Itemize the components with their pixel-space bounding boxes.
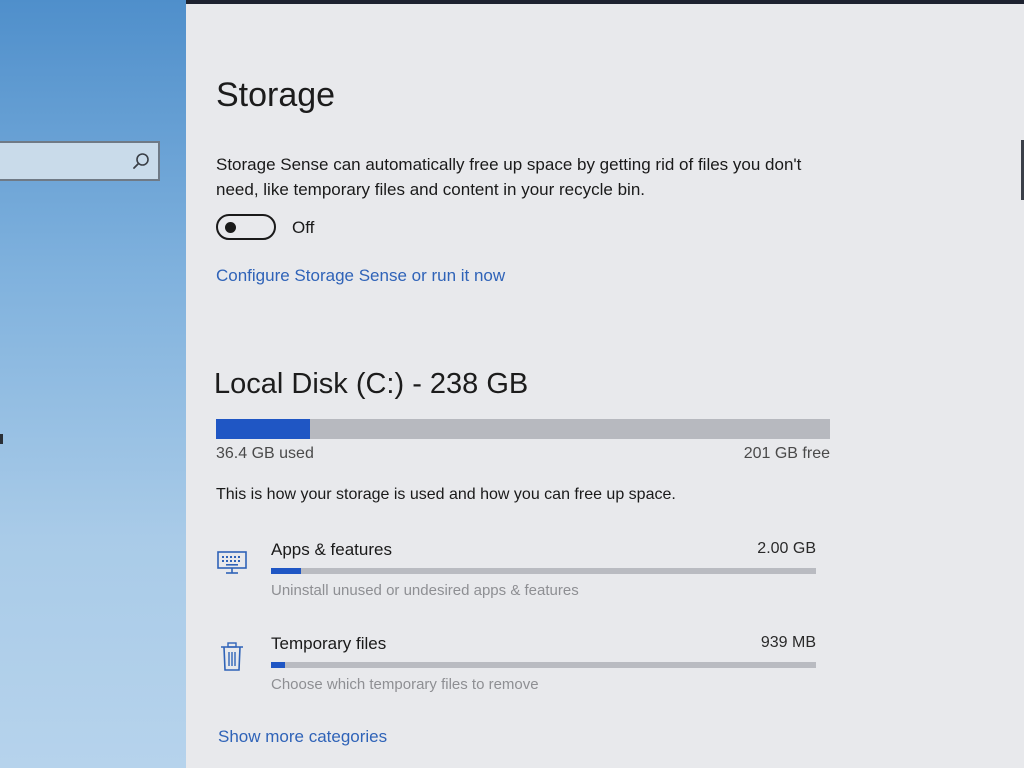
monitor-keyboard-icon: [216, 546, 248, 578]
show-more-categories-link[interactable]: Show more categories: [218, 727, 387, 747]
toggle-knob: [225, 222, 236, 233]
category-name: Temporary files: [271, 634, 387, 653]
trash-icon: [216, 640, 248, 672]
storage-page: Storage Storage Sense can automatically …: [186, 4, 1024, 768]
disk-used-label: 36.4 GB used: [216, 445, 314, 462]
category-apps-features[interactable]: Apps & features 2.00 GB Uninstall unused…: [216, 540, 816, 612]
page-title: Storage: [216, 76, 336, 114]
storage-sense-toggle[interactable]: [216, 214, 276, 240]
configure-storage-sense-link[interactable]: Configure Storage Sense or run it now: [216, 266, 505, 286]
disk-usage-bar: [216, 419, 830, 439]
category-usage-fill: [271, 662, 286, 668]
category-name: Apps & features: [271, 540, 392, 559]
category-usage-fill: [271, 568, 301, 574]
disk-usage-fill: [216, 419, 310, 439]
category-description: Uninstall unused or undesired apps & fea…: [271, 582, 579, 599]
category-description: Choose which temporary files to remove: [271, 676, 539, 693]
category-usage-bar: [271, 568, 816, 574]
category-size: 2.00 GB: [757, 540, 816, 557]
search-icon[interactable]: [132, 152, 150, 170]
nav-item-marker: [0, 434, 3, 444]
category-temporary-files[interactable]: Temporary files 939 MB Choose which temp…: [216, 634, 816, 706]
category-size: 939 MB: [760, 634, 816, 651]
storage-sense-description: Storage Sense can automatically free up …: [216, 155, 802, 199]
search-box[interactable]: [0, 141, 160, 181]
search-input[interactable]: [0, 143, 132, 179]
category-usage-bar: [271, 662, 816, 668]
toggle-state-label: Off: [292, 218, 315, 237]
usage-description: This is how your storage is used and how…: [216, 486, 676, 503]
navigation-pane: [0, 0, 186, 768]
disk-title: Local Disk (C:) - 238 GB: [214, 368, 529, 400]
disk-free-label: 201 GB free: [743, 445, 830, 462]
